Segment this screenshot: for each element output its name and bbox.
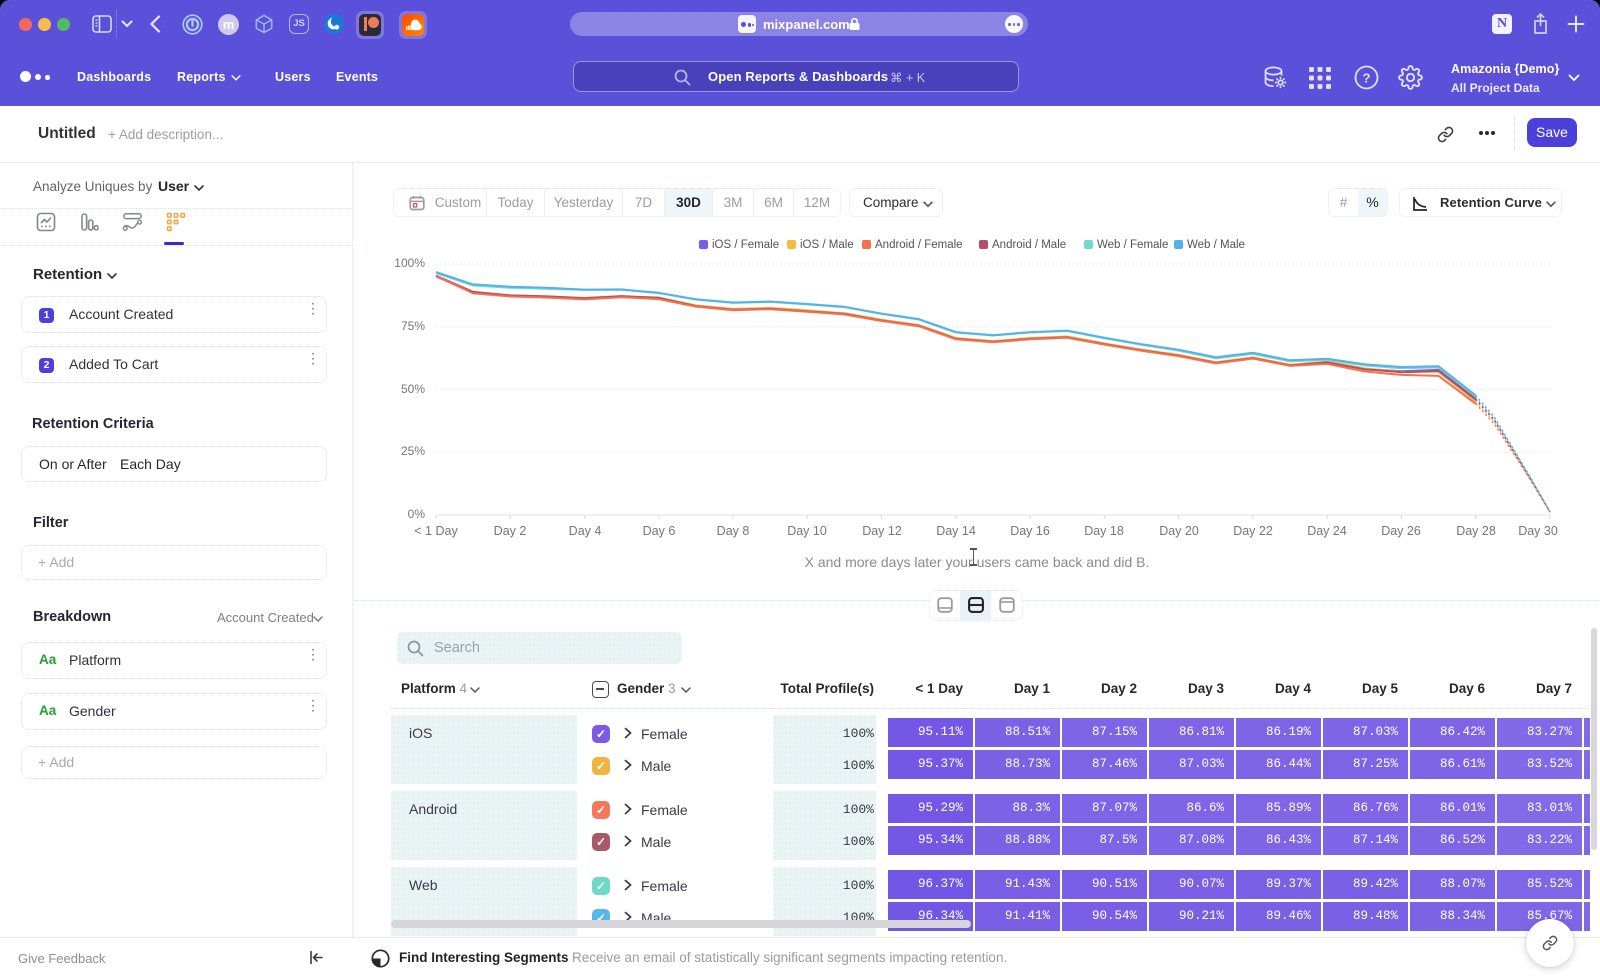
svg-text:?: ?	[1363, 71, 1371, 86]
